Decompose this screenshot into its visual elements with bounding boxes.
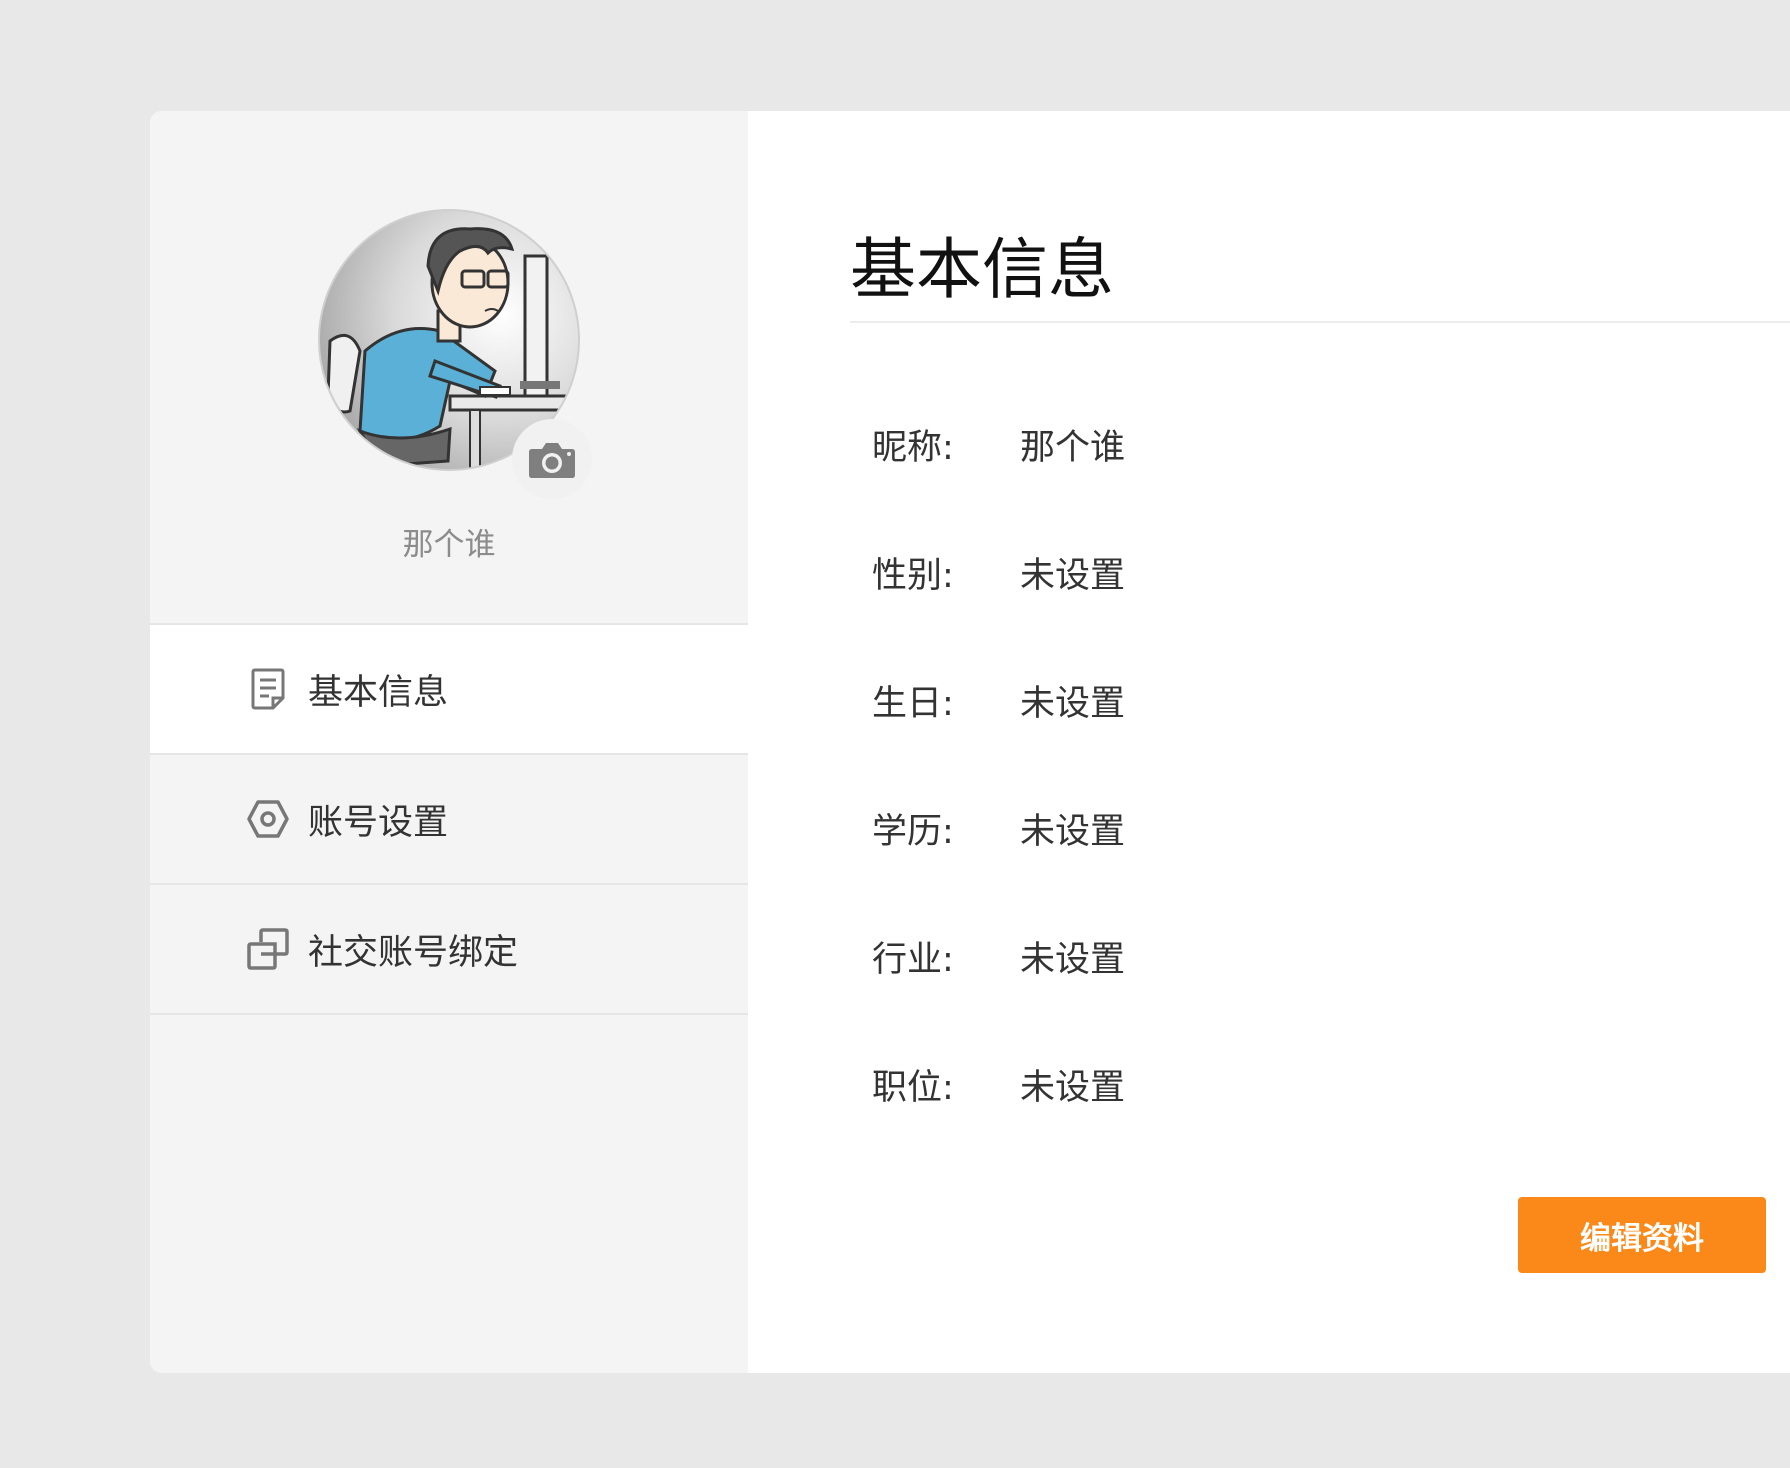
link-squares-icon	[246, 927, 290, 971]
sidebar-item-social-binding[interactable]: 社交账号绑定	[150, 885, 748, 1015]
sidebar-item-label: 账号设置	[308, 802, 449, 843]
main-content: 基本信息 昵称: 那个谁 性别: 未设置 生日: 未设置 学历: 未设置 行业:…	[748, 111, 1790, 1373]
field-row-birthday: 生日: 未设置	[872, 670, 1125, 730]
field-label: 昵称:	[872, 427, 954, 468]
field-value: 未设置	[1020, 811, 1126, 852]
field-label: 生日:	[872, 683, 954, 724]
sidebar-nickname: 那个谁	[402, 527, 496, 563]
sidebar-item-account-settings[interactable]: 账号设置	[150, 755, 748, 885]
field-label: 行业:	[872, 939, 954, 980]
field-value: 未设置	[1020, 555, 1126, 596]
sidebar-menu: 基本信息 账号设置 社交账号绑定	[150, 623, 748, 1015]
sidebar-item-label: 基本信息	[308, 672, 449, 713]
field-row-nickname: 昵称: 那个谁	[872, 414, 1125, 474]
sidebar-item-basic-info[interactable]: 基本信息	[150, 625, 748, 755]
profile-card: 那个谁 基本信息 账号设置 社交账号绑定 基本信息 昵称: 那个谁 性别: 未设…	[150, 111, 1790, 1373]
field-value: 未设置	[1020, 1067, 1126, 1108]
field-label: 学历:	[872, 811, 954, 852]
avatar-container	[318, 209, 592, 499]
edit-profile-button[interactable]: 编辑资料	[1518, 1197, 1766, 1273]
title-divider	[850, 321, 1790, 323]
sidebar-item-label: 社交账号绑定	[308, 932, 519, 973]
field-row-education: 学历: 未设置	[872, 798, 1125, 858]
field-value: 未设置	[1020, 683, 1126, 724]
field-value: 未设置	[1020, 939, 1126, 980]
field-value: 那个谁	[1020, 427, 1126, 468]
field-row-industry: 行业: 未设置	[872, 926, 1125, 986]
field-row-position: 职位: 未设置	[872, 1054, 1125, 1114]
sidebar: 那个谁 基本信息 账号设置 社交账号绑定	[150, 111, 748, 1373]
field-label: 性别:	[872, 555, 954, 596]
camera-icon	[529, 443, 575, 478]
change-avatar-button[interactable]	[512, 419, 592, 499]
field-row-gender: 性别: 未设置	[872, 542, 1125, 602]
settings-hexagon-icon	[246, 797, 290, 841]
field-label: 职位:	[872, 1067, 954, 1108]
page-title: 基本信息	[850, 231, 1114, 308]
document-icon	[246, 667, 290, 711]
